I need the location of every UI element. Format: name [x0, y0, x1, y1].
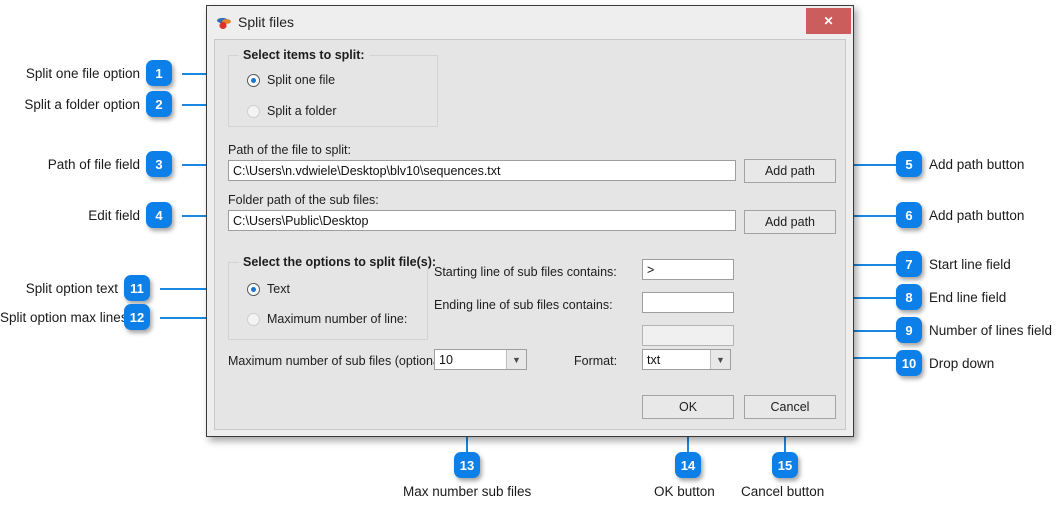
callout-badge-14: 14 — [675, 452, 701, 478]
max-sub-files-value: 10 — [439, 352, 453, 367]
radio-on-icon[interactable] — [247, 282, 260, 296]
callout-label-12: Split option max lines — [0, 310, 128, 325]
ending-line-input[interactable] — [642, 292, 734, 313]
close-button[interactable]: ✕ — [806, 8, 851, 34]
format-dropdown[interactable]: txt ▼ — [642, 349, 731, 370]
split-options-legend: Select the options to split file(s): — [239, 255, 441, 269]
callout-label-3: Path of file field — [47, 157, 140, 172]
split-options-groupbox: Select the options to split file(s): — [228, 255, 441, 340]
radio-off-icon[interactable] — [247, 312, 260, 326]
format-value: txt — [647, 352, 661, 367]
radio-on-icon[interactable] — [247, 73, 260, 87]
dialog-panel: Select items to split: Split one file Sp… — [214, 39, 846, 430]
radio-split-a-folder[interactable]: Split a folder — [247, 104, 336, 118]
file-path-input[interactable]: C:\Users\n.vdwiele\Desktop\blv10\sequenc… — [228, 160, 736, 181]
radio-split-one-file-label: Split one file — [267, 73, 336, 87]
radio-split-one-file[interactable]: Split one file — [247, 73, 335, 87]
callout-badge-9: 9 — [896, 317, 922, 343]
callout-label-1: Split one file option — [25, 66, 140, 81]
callout-label-10: Drop down — [929, 356, 995, 371]
callout-badge-15: 15 — [772, 452, 798, 478]
folder-path-label: Folder path of the sub files: — [228, 193, 379, 207]
dialog-title: Split files — [238, 14, 295, 30]
callout-label-7: Start line field — [929, 257, 1011, 272]
callout-badge-11: 11 — [124, 275, 150, 301]
number-of-lines-input[interactable] — [642, 325, 734, 346]
add-path-button-folder[interactable]: Add path — [744, 210, 836, 234]
callout-label-8: End line field — [929, 290, 1007, 305]
callout-label-14: OK button — [654, 484, 715, 499]
radio-option-text-label: Text — [267, 282, 290, 296]
radio-option-max-lines-label: Maximum number of line: — [267, 312, 408, 326]
ok-button[interactable]: OK — [642, 395, 734, 419]
format-label: Format: — [574, 354, 618, 368]
callout-label-6: Add path button — [929, 208, 1025, 223]
callout-label-5: Add path button — [929, 157, 1025, 172]
radio-option-max-lines[interactable]: Maximum number of line: — [247, 312, 407, 326]
callout-badge-12: 12 — [124, 304, 150, 330]
callout-label-11: Split option text — [25, 281, 118, 296]
chevron-down-icon[interactable]: ▼ — [710, 350, 730, 369]
callout-badge-8: 8 — [896, 284, 922, 310]
ending-line-label: Ending line of sub files contains: — [434, 298, 613, 312]
callout-badge-5: 5 — [896, 151, 922, 177]
select-items-legend: Select items to split: — [239, 48, 369, 62]
callout-badge-2: 2 — [146, 91, 172, 117]
cancel-button[interactable]: Cancel — [744, 395, 836, 419]
add-path-button-file[interactable]: Add path — [744, 159, 836, 183]
dialog-titlebar: Split files ✕ — [207, 6, 853, 39]
radio-option-text[interactable]: Text — [247, 282, 290, 296]
split-files-icon — [217, 17, 231, 30]
callout-label-13: Max number sub files — [403, 484, 532, 499]
radio-off-icon[interactable] — [247, 104, 260, 118]
starting-line-label: Starting line of sub files contains: — [434, 265, 617, 279]
max-sub-files-dropdown[interactable]: 10 ▼ — [434, 349, 527, 370]
callout-badge-1: 1 — [146, 60, 172, 86]
file-path-label: Path of the file to split: — [228, 143, 351, 157]
folder-path-input[interactable]: C:\Users\Public\Desktop — [228, 210, 736, 231]
callout-label-9: Number of lines field — [929, 323, 1053, 338]
split-files-dialog: Split files ✕ Select items to split: Spl… — [206, 5, 854, 437]
callout-label-15: Cancel button — [741, 484, 825, 499]
callout-badge-10: 10 — [896, 350, 922, 376]
starting-line-input[interactable]: > — [642, 259, 734, 280]
callout-badge-3: 3 — [146, 151, 172, 177]
radio-split-a-folder-label: Split a folder — [267, 104, 337, 118]
callout-label-4: Edit field — [88, 208, 140, 223]
max-sub-files-label: Maximum number of sub files (optional — [228, 354, 443, 368]
callout-badge-6: 6 — [896, 202, 922, 228]
callout-badge-13: 13 — [454, 452, 480, 478]
callout-badge-4: 4 — [146, 202, 172, 228]
callout-label-2: Split a folder option — [24, 97, 140, 112]
chevron-down-icon[interactable]: ▼ — [506, 350, 526, 369]
callout-badge-7: 7 — [896, 251, 922, 277]
